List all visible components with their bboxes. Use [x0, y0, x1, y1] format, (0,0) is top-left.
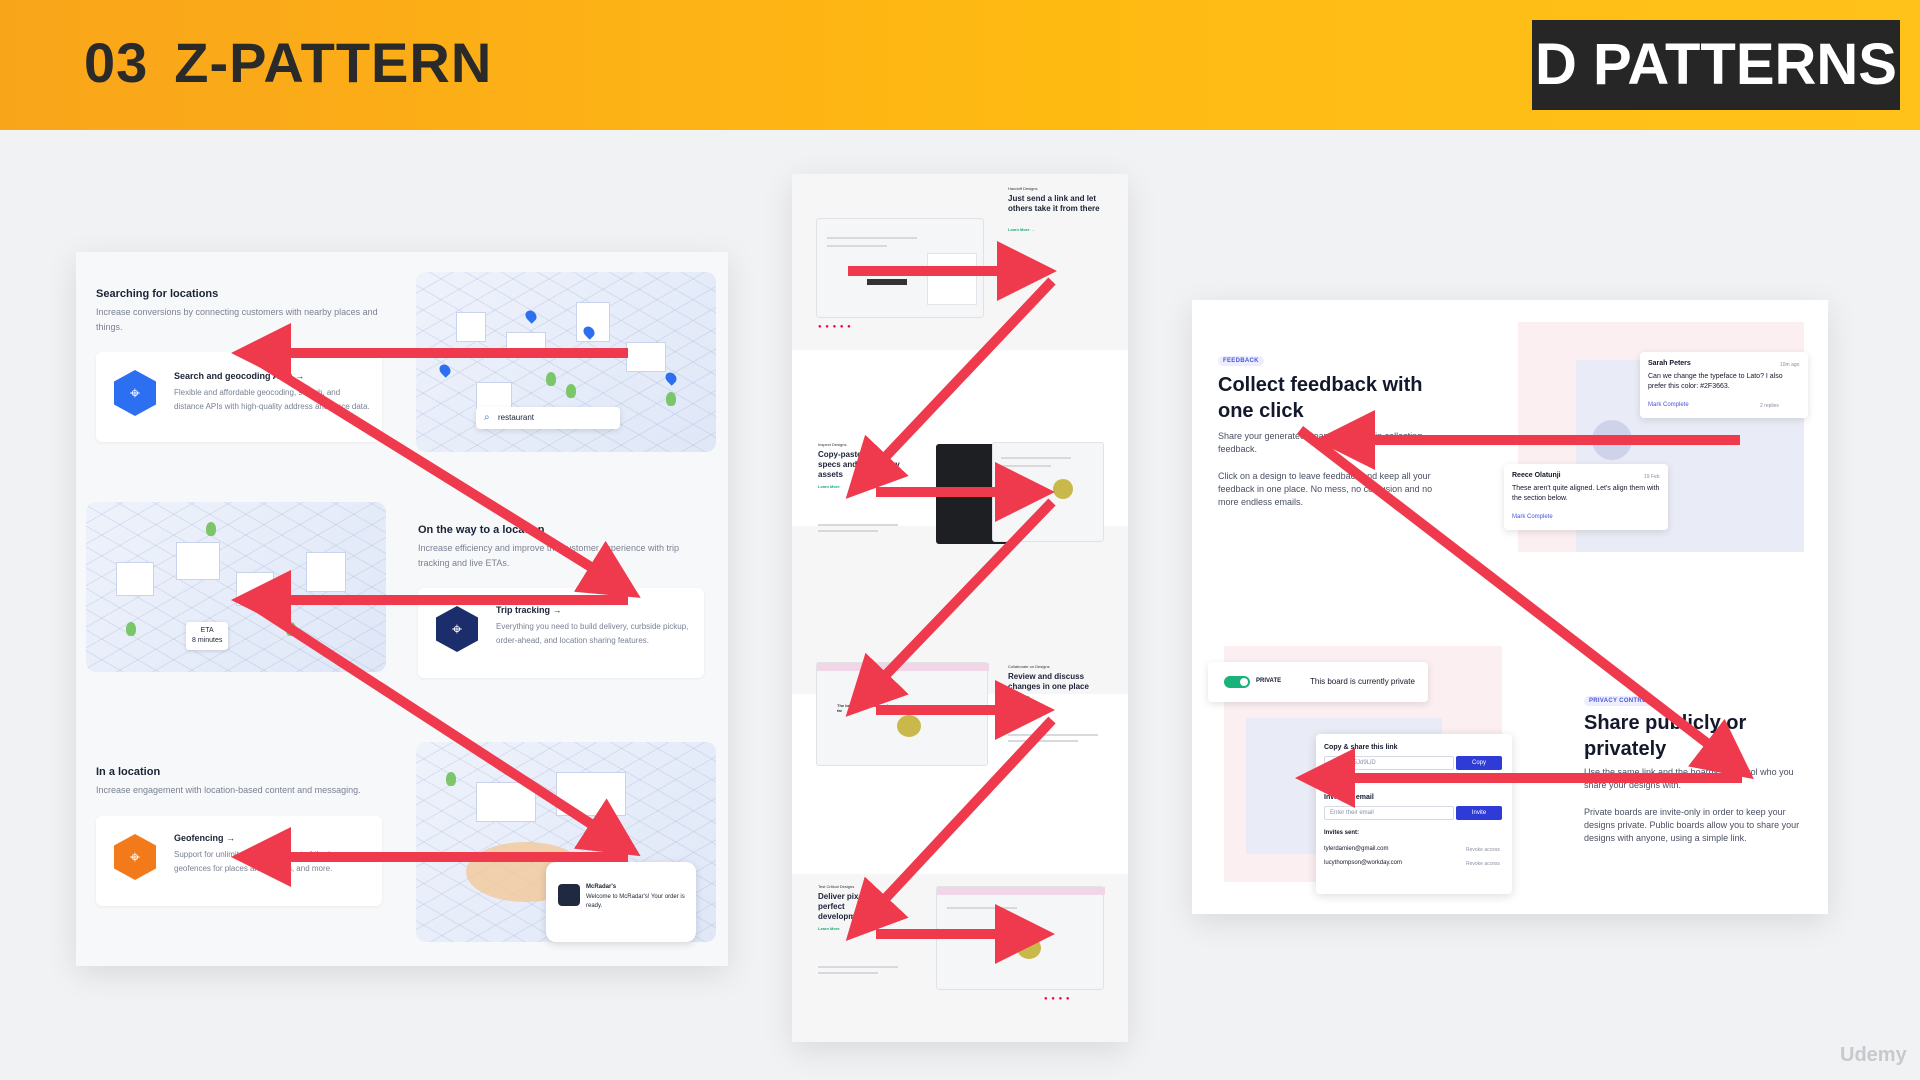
section-badge: PRIVACY CONTROL — [1584, 696, 1656, 706]
invited-email: tylerdamien@gmail.com — [1324, 846, 1389, 852]
section-text: Private boards are invite-only in order … — [1584, 807, 1800, 843]
toggle-label: PRIVATE — [1256, 678, 1282, 684]
slide-title-text: Z-PATTERN — [174, 31, 493, 94]
udemy-watermark: Udemy — [1840, 1044, 1907, 1066]
revoke-access-link[interactable]: Revoke access — [1466, 861, 1500, 867]
slide-header: 03 Z-PATTERN D PATTERNS — [0, 0, 1920, 130]
copy-link-label: Copy & share this link — [1324, 744, 1398, 751]
section-desc: Increase conversions by connecting custo… — [96, 307, 378, 332]
feature-card[interactable]: ⌖ Trip tracking → Everything you need to… — [418, 588, 704, 678]
section-desc: Increase engagement with location-based … — [96, 785, 361, 795]
card-title[interactable]: Geofencing → — [174, 833, 235, 843]
section-title: In a location — [96, 766, 161, 778]
mark-complete-link[interactable]: Mark Complete — [1648, 402, 1689, 408]
app-screenshot: The best avocados on made so far — [816, 662, 989, 766]
invite-button[interactable]: Invite — [1456, 806, 1502, 820]
invite-label: Invite via email — [1324, 794, 1374, 801]
search-icon: ⌕ — [484, 412, 490, 423]
block-tag: Test Critical Designs — [818, 884, 855, 889]
block-tag: Collaborate on Designs — [1008, 664, 1050, 669]
section-title: On the way to a location — [418, 524, 545, 536]
eta-tag: ETA 8 minutes — [186, 622, 229, 650]
privacy-toggle-card: PRIVATE This board is currently private — [1208, 662, 1428, 702]
phone-notification: McRadar's Welcome to McRadar's! Your ord… — [546, 862, 696, 942]
mark-complete-link[interactable]: Mark Complete — [1512, 514, 1553, 520]
revoke-access-link[interactable]: Revoke access — [1466, 847, 1500, 853]
comment-author: Sarah Peters — [1648, 360, 1691, 367]
left-example-panel: Searching for locations Increase convers… — [76, 252, 728, 966]
comment-time: 10m ago — [1780, 362, 1800, 368]
app-screenshot — [936, 886, 1105, 990]
comment-time: 19 Feb — [1644, 474, 1660, 480]
slide-number: 03 — [84, 31, 149, 94]
section-title: Searching for locations — [96, 288, 219, 300]
section-heading: Share publicly or privately — [1584, 712, 1747, 760]
invite-email-input[interactable]: Enter their email — [1324, 806, 1454, 820]
share-dialog: Copy & share this link zeplin.io/5Jd9LiD… — [1316, 734, 1512, 894]
section-text: Click on a design to leave feedback and … — [1218, 471, 1433, 507]
app-screenshot — [816, 218, 984, 318]
location-search-icon: ⌖ — [114, 370, 156, 416]
replies-count[interactable]: 2 replies — [1760, 403, 1779, 409]
card-desc: Flexible and affordable geocoding, searc… — [174, 388, 370, 411]
comment-card[interactable]: Reece Olatunji 19 Feb These aren't quite… — [1504, 464, 1668, 530]
card-title[interactable]: Search and geocoding APIs → — [174, 371, 304, 381]
color-swatches: ● ● ● ● ● — [818, 324, 852, 330]
trip-tracking-icon: ⌖ — [436, 606, 478, 652]
learn-more-link[interactable]: Learn More → — [1008, 227, 1035, 232]
card-desc: Everything you need to build delivery, c… — [496, 622, 689, 645]
comment-text: Can we change the typeface to Lato? I al… — [1648, 373, 1783, 390]
comment-text: These aren't quite aligned. Let's align … — [1512, 485, 1660, 502]
color-swatches: ● ● ● ● — [1044, 996, 1071, 1002]
notification-text: Welcome to McRadar's! Your order is read… — [586, 894, 685, 909]
section-text: Use the same link and the boards to cont… — [1584, 767, 1794, 790]
copy-button[interactable]: Copy — [1456, 756, 1502, 770]
feature-card[interactable]: ⌖ Geofencing → Support for unlimited geo… — [96, 816, 382, 906]
block-heading: Review and discuss changes in one place — [1008, 672, 1089, 691]
section-text: Share your generated Board link to begin… — [1218, 431, 1423, 454]
block-tag: Inspect Designs — [818, 442, 847, 447]
invites-sent-label: Invites sent: — [1324, 830, 1360, 836]
block-heading: Copy-paste CSS & specs and export any as… — [818, 450, 900, 479]
learn-more-link[interactable]: Learn More — [818, 484, 840, 489]
card-desc: Support for unlimited geofences, out-of-… — [174, 850, 342, 873]
section-heading: Collect feedback with one click — [1218, 374, 1423, 422]
card-title[interactable]: Trip tracking → — [496, 605, 562, 615]
comment-author: Reece Olatunji — [1512, 472, 1561, 479]
share-link-field[interactable]: zeplin.io/5Jd9LiD — [1324, 756, 1454, 770]
section-badge: FEEDBACK — [1218, 356, 1264, 366]
inline-caption: The best avocados on made so far — [837, 703, 897, 713]
block-heading: Just send a link and let others take it … — [1008, 194, 1100, 213]
notification-title: McRadar's — [586, 884, 617, 890]
app-screenshot — [992, 442, 1104, 542]
brand-label: D PATTERNS — [1532, 20, 1900, 110]
city-map-illustration: restaurant ⌕ — [416, 272, 716, 452]
comment-card[interactable]: Sarah Peters 10m ago Can we change the t… — [1640, 352, 1808, 418]
eta-value: 8 minutes — [192, 637, 223, 644]
eta-label: ETA — [200, 627, 214, 634]
privacy-toggle[interactable] — [1224, 676, 1250, 688]
invited-email: lucythompson@workday.com — [1324, 860, 1403, 866]
slide-title: 03 Z-PATTERN — [84, 30, 492, 95]
block-heading: Deliver pixel perfect development — [818, 892, 868, 921]
app-icon — [558, 884, 580, 906]
neighborhood-illustration: ETA 8 minutes — [86, 502, 386, 672]
section-desc: Increase efficiency and improve the cust… — [418, 543, 679, 568]
block-tag: Handoff Designs — [1008, 186, 1038, 191]
map-search-input[interactable]: restaurant — [476, 407, 620, 429]
learn-more-link[interactable]: Learn More → — [1008, 694, 1035, 699]
right-example-panel: FEEDBACK Collect feedback with one click… — [1192, 300, 1828, 914]
learn-more-link[interactable]: Learn More — [818, 926, 840, 931]
store-illustration: McRadar's Welcome to McRadar's! Your ord… — [416, 742, 716, 942]
toggle-text: This board is currently private — [1310, 677, 1415, 686]
geofence-icon: ⌖ — [114, 834, 156, 880]
middle-example-panel: Handoff Designs Just send a link and let… — [792, 174, 1128, 1042]
feature-card[interactable]: ⌖ Search and geocoding APIs → Flexible a… — [96, 352, 382, 442]
